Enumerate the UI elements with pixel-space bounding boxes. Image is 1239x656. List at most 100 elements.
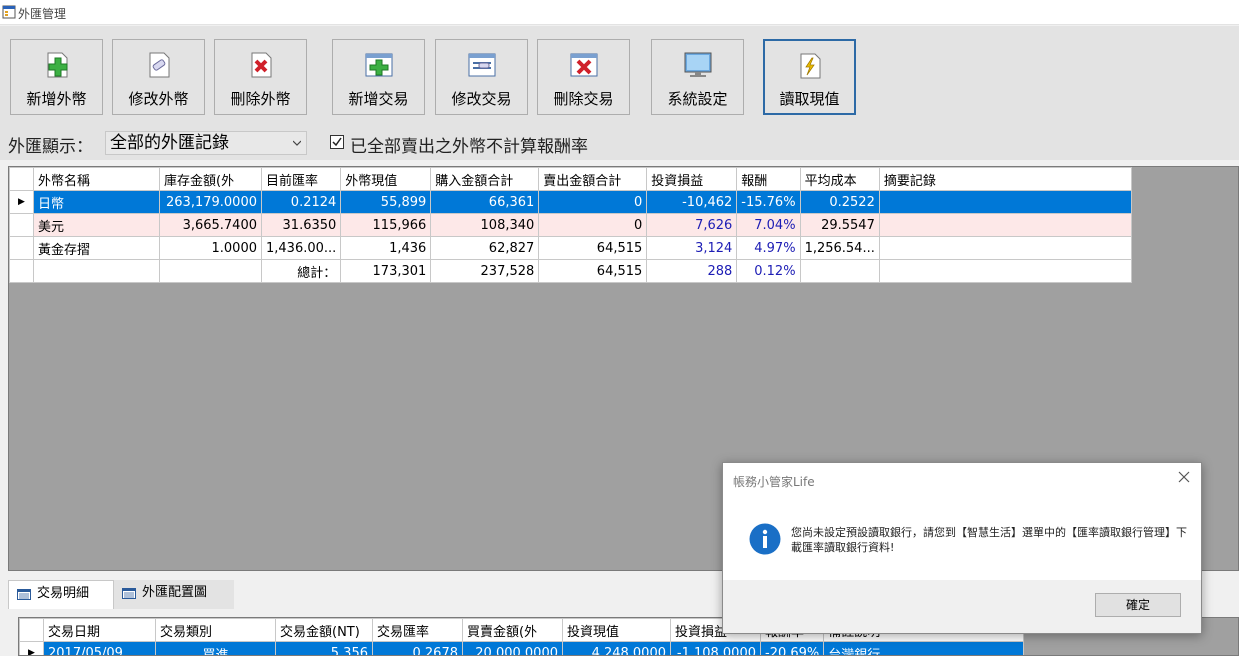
table-cell[interactable]: 7,626 [646, 213, 738, 237]
table-cell[interactable]: 0.12% [736, 259, 801, 283]
table-cell[interactable]: 31.6350 [260, 213, 342, 237]
table-cell[interactable]: 64,515 [538, 259, 648, 283]
table-cell[interactable]: 買進 [155, 641, 276, 655]
table-cell[interactable]: 0 [538, 213, 648, 237]
table-cell[interactable]: 4,248.0000 [562, 641, 671, 655]
table-cell[interactable]: 美元 [33, 213, 160, 237]
dialog-title: 帳務小管家Life [733, 475, 815, 489]
table-icon [17, 589, 31, 600]
table-cell[interactable]: -20.69% [759, 641, 825, 655]
table-cell[interactable]: 7.04% [736, 213, 801, 237]
exclude-sold-label: 已全部賣出之外幣不計算報酬率 [350, 137, 588, 157]
table-cell[interactable]: 55,899 [340, 190, 432, 214]
table-cell[interactable]: 1,436 [340, 236, 432, 260]
table-cell[interactable]: 108,340 [430, 213, 540, 237]
exclude-sold-checkbox[interactable] [330, 135, 344, 149]
info-icon [749, 523, 781, 555]
table-cell[interactable]: 1.0000 [159, 236, 262, 260]
column-header[interactable]: 庫存金額(外 [159, 167, 262, 191]
row-marker-icon: ▶ [9, 190, 34, 214]
table-cell[interactable] [878, 259, 1132, 283]
table-cell[interactable]: 黃金存摺 [33, 236, 160, 260]
close-icon[interactable] [1177, 470, 1191, 484]
table-cell[interactable]: 5,356 [275, 641, 373, 655]
column-header[interactable]: 交易匯率 [372, 618, 463, 642]
table-cell[interactable]: -10,462 [646, 190, 738, 214]
table-cell[interactable]: 237,528 [430, 259, 540, 283]
tab-transaction-details[interactable]: 交易明細 [8, 580, 114, 609]
currency-table: 外幣名稱 庫存金額(外 目前匯率 外幣現值 購入金額合計 賣出金額合計 投資損益… [9, 167, 1132, 283]
table-cell[interactable] [878, 190, 1132, 214]
table-cell[interactable] [878, 236, 1132, 260]
column-header[interactable]: 賣出金額合計 [538, 167, 648, 191]
ok-button[interactable]: 確定 [1095, 593, 1181, 617]
display-filter-select[interactable]: 全部的外匯記錄 [105, 131, 307, 155]
edit-record-icon [468, 53, 495, 77]
delete-transaction-button[interactable]: 刪除交易 [537, 39, 630, 115]
delete-currency-button[interactable]: 刪除外幣 [214, 39, 307, 115]
add-document-icon [47, 52, 67, 78]
table-cell[interactable]: 64,515 [538, 236, 648, 260]
table-cell[interactable]: -1,108.0000 [670, 641, 761, 655]
table-cell[interactable]: 0 [538, 190, 648, 214]
table-cell[interactable] [878, 213, 1132, 237]
column-header[interactable]: 交易日期 [43, 618, 156, 642]
table-cell[interactable] [799, 259, 880, 283]
table-cell[interactable]: 288 [646, 259, 738, 283]
table-cell[interactable]: 2017/05/09 [43, 641, 156, 655]
table-cell[interactable]: 263,179.0000 [159, 190, 262, 214]
table-cell[interactable]: 3,665.7400 [159, 213, 262, 237]
table-cell[interactable]: 62,827 [430, 236, 540, 260]
column-header[interactable]: 買賣金額(外 [462, 618, 563, 642]
monitor-icon [684, 52, 711, 77]
table-cell[interactable]: 0.2522 [799, 190, 880, 214]
table-header: 外幣名稱 庫存金額(外 目前匯率 外幣現值 購入金額合計 賣出金額合計 投資損益… [9, 167, 1132, 191]
lightning-document-icon [800, 53, 820, 79]
table-cell[interactable]: 173,301 [340, 259, 432, 283]
add-transaction-button[interactable]: 新增交易 [332, 39, 425, 115]
table-cell[interactable]: 1,436.00... [260, 236, 342, 260]
read-current-value-button[interactable]: 讀取現值 [763, 39, 856, 115]
table-cell[interactable]: 29.5547 [799, 213, 880, 237]
column-header[interactable]: 摘要記錄 [878, 167, 1132, 191]
column-header[interactable]: 投資現值 [562, 618, 671, 642]
table-cell[interactable] [159, 259, 262, 283]
column-header[interactable]: 投資損益 [646, 167, 738, 191]
column-header[interactable]: 平均成本 [799, 167, 880, 191]
table-cell[interactable]: 0.2124 [260, 190, 342, 214]
column-header[interactable]: 報酬 [736, 167, 801, 191]
total-label[interactable]: 總計： [260, 259, 342, 283]
table-cell[interactable]: 66,361 [430, 190, 540, 214]
table-cell[interactable]: 115,966 [340, 213, 432, 237]
table-row[interactable]: 美元 3,665.7400 31.6350 115,966 108,340 0 … [9, 213, 1132, 237]
table-cell[interactable] [33, 259, 160, 283]
table-cell[interactable]: 台灣銀行 [823, 641, 1025, 655]
edit-transaction-button[interactable]: 修改交易 [435, 39, 528, 115]
table-cell[interactable]: 0.2678 [372, 641, 463, 655]
dialog-message: 您尚未設定預設讀取銀行，請您到【智慧生活】選單中的【匯率讀取銀行管理】下載匯率讀… [791, 526, 1187, 554]
total-row[interactable]: 總計： 173,301 237,528 64,515 288 0.12% [9, 259, 1132, 283]
table-cell[interactable]: 3,124 [646, 236, 738, 260]
table-cell[interactable]: 20,000.0000 [462, 641, 563, 655]
column-header[interactable]: 外幣現值 [340, 167, 432, 191]
column-header[interactable]: 交易金額(NT) [275, 618, 373, 642]
tab-allocation-chart[interactable]: 外匯配置圖 [114, 580, 234, 609]
title-bar: 外匯管理 [0, 0, 1239, 25]
table-row[interactable]: ▶ 日幣 263,179.0000 0.2124 55,899 66,361 0… [9, 190, 1132, 214]
message-dialog: 帳務小管家Life 您尚未設定預設讀取銀行，請您到【智慧生活】選單中的【匯率讀取… [722, 462, 1202, 634]
table-cell[interactable]: 4.97% [736, 236, 801, 260]
column-header[interactable]: 購入金額合計 [430, 167, 540, 191]
column-header[interactable]: 外幣名稱 [33, 167, 160, 191]
table-icon [122, 588, 136, 599]
checkmark-icon [332, 137, 342, 147]
table-cell[interactable]: 日幣 [33, 190, 160, 214]
edit-currency-button[interactable]: 修改外幣 [112, 39, 205, 115]
column-header[interactable]: 交易類別 [155, 618, 276, 642]
table-cell[interactable]: -15.76% [736, 190, 801, 214]
table-row[interactable]: 黃金存摺 1.0000 1,436.00... 1,436 62,827 64,… [9, 236, 1132, 260]
table-row[interactable]: ▶ 2017/05/09 買進 5,356 0.2678 20,000.0000… [19, 641, 1025, 655]
system-settings-button[interactable]: 系統設定 [651, 39, 744, 115]
table-cell[interactable]: 1,256.54... [799, 236, 880, 260]
add-currency-button[interactable]: 新增外幣 [10, 39, 103, 115]
column-header[interactable]: 目前匯率 [260, 167, 342, 191]
